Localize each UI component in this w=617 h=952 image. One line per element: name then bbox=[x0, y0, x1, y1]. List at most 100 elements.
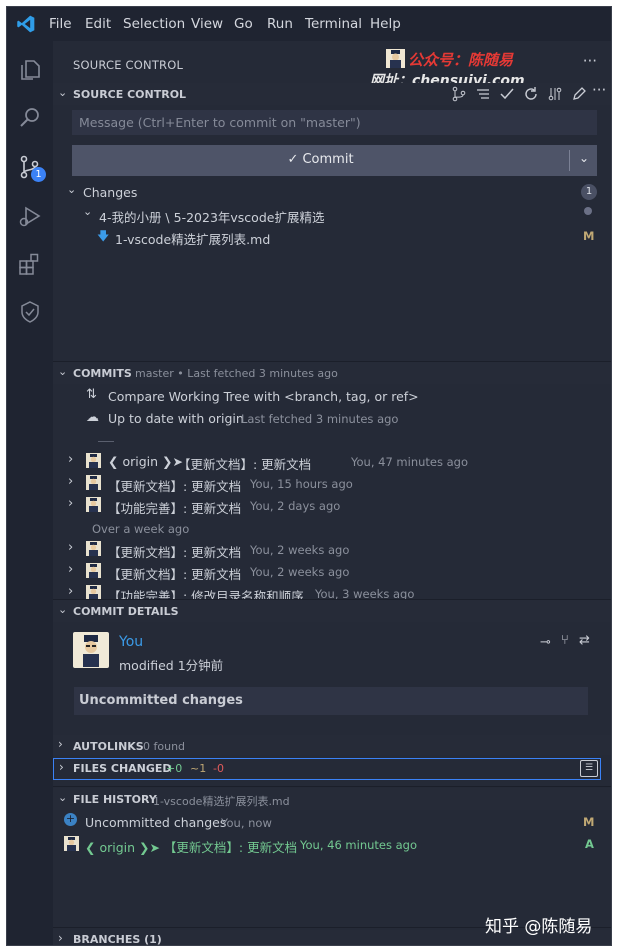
branch-graph-icon[interactable] bbox=[547, 86, 563, 102]
chevron-right-icon[interactable]: › bbox=[68, 584, 73, 599]
file-history-status: A bbox=[585, 837, 594, 851]
uncommitted-changes-box[interactable]: Uncommitted changes bbox=[74, 687, 588, 715]
commit-button-separator bbox=[569, 150, 570, 171]
changed-file[interactable]: 1-vscode精选扩展列表.md bbox=[115, 229, 270, 248]
branch-label: ❮ origin ❯➤ bbox=[108, 454, 183, 469]
file-history-subtitle: 1-vscode精选扩展列表.md bbox=[153, 795, 290, 808]
section-title: BRANCHES (1) bbox=[73, 933, 162, 946]
toggle-tree-icon[interactable] bbox=[451, 86, 467, 102]
section-title: FILES CHANGED bbox=[73, 762, 172, 775]
files-changed-section-header[interactable]: › FILES CHANGED +0 ~1 -0 ☰ bbox=[53, 758, 601, 780]
chevron-down-icon[interactable]: ⌄ bbox=[83, 205, 92, 218]
refresh-icon[interactable] bbox=[523, 86, 539, 102]
commit-dropdown-chevron-icon[interactable]: ⌄ bbox=[579, 151, 589, 165]
menu-help[interactable]: Help bbox=[370, 16, 401, 32]
chevron-down-icon: ⌄ bbox=[58, 603, 68, 616]
autolinks-section-header[interactable]: › AUTOLINKS 0 found bbox=[53, 735, 611, 755]
chevron-right-icon[interactable]: › bbox=[68, 452, 73, 467]
more-actions-icon[interactable]: ··· bbox=[583, 52, 597, 70]
vscode-logo-icon bbox=[17, 15, 35, 33]
section-title: FILE HISTORY bbox=[73, 793, 157, 806]
activity-bar: 1 bbox=[7, 41, 53, 945]
commit-message[interactable]: 【更新文档】: 更新文档 bbox=[178, 454, 311, 473]
commit-details-section-header[interactable]: ⌄ COMMIT DETAILS bbox=[53, 600, 611, 622]
menu-file[interactable]: File bbox=[49, 16, 72, 32]
commit-node-icon[interactable]: ⊸ bbox=[540, 635, 551, 650]
section-title: SOURCE CONTROL bbox=[73, 88, 187, 101]
commit-meta: You, 15 hours ago bbox=[250, 477, 353, 491]
commit-check-icon[interactable] bbox=[499, 86, 515, 102]
testing-icon[interactable] bbox=[17, 299, 43, 325]
changes-group-label[interactable]: Changes bbox=[83, 185, 137, 200]
modified-time: modified 1分钟前 bbox=[119, 658, 224, 673]
avatar bbox=[86, 541, 101, 556]
commit-message[interactable]: 【更新文档】: 更新文档 bbox=[108, 542, 241, 561]
chevron-right-icon: › bbox=[59, 760, 64, 774]
compare-working-tree[interactable]: Compare Working Tree with <branch, tag, … bbox=[108, 389, 419, 404]
file-status-badge: M bbox=[583, 229, 595, 243]
section-more-icon[interactable]: ··· bbox=[592, 81, 608, 99]
menu-view[interactable]: View bbox=[191, 16, 223, 32]
commit-message-input[interactable]: Message (Ctrl+Enter to commit on "master… bbox=[72, 110, 597, 135]
files-modified-count: ~1 bbox=[190, 762, 207, 775]
view-as-list-icon[interactable] bbox=[475, 86, 491, 102]
autolinks-subtitle: 0 found bbox=[143, 740, 186, 753]
avatar bbox=[86, 563, 101, 578]
zhihu-credit: 知乎 @陈随易 bbox=[485, 917, 593, 937]
chevron-right-icon: › bbox=[58, 931, 63, 945]
chevron-right-icon[interactable]: › bbox=[68, 474, 73, 489]
file-history-row-label[interactable]: Uncommitted changes bbox=[85, 815, 226, 830]
cloud-icon: ☁ bbox=[86, 410, 99, 425]
compare-branch-icon[interactable]: ⇄ bbox=[579, 633, 590, 648]
commit-button[interactable]: ✓ Commit ⌄ bbox=[72, 145, 597, 176]
uncommitted-changes-label: Uncommitted changes bbox=[79, 693, 243, 708]
chevron-down-icon: ⌄ bbox=[58, 365, 68, 378]
commit-message[interactable]: 【更新文档】: 更新文档 bbox=[108, 564, 241, 583]
menubar: File Edit Selection View Go Run Terminal… bbox=[7, 7, 611, 41]
edit-pencil-icon[interactable] bbox=[571, 86, 587, 102]
section-title: AUTOLINKS bbox=[73, 740, 144, 753]
files-added-count: +0 bbox=[166, 762, 183, 775]
avatar bbox=[86, 497, 101, 512]
commit-message[interactable]: 【更新文档】: 更新文档 bbox=[108, 476, 241, 495]
search-icon[interactable] bbox=[17, 105, 43, 131]
sidebar-title: SOURCE CONTROL bbox=[73, 58, 184, 72]
changes-count-badge: 1 bbox=[581, 184, 597, 200]
commit-message[interactable]: 【功能完善】: 更新文档 bbox=[108, 498, 241, 517]
explorer-icon[interactable] bbox=[17, 57, 43, 83]
chevron-right-icon[interactable]: › bbox=[68, 496, 73, 511]
section-title: COMMIT DETAILS bbox=[73, 605, 179, 618]
menu-go[interactable]: Go bbox=[234, 16, 253, 32]
up-to-date-label[interactable]: Up to date with origin bbox=[108, 411, 244, 426]
commit-meta: You, 2 weeks ago bbox=[250, 543, 350, 557]
folder-modified-dot bbox=[584, 207, 592, 215]
avatar bbox=[64, 836, 79, 851]
file-history-status: M bbox=[583, 815, 595, 829]
separator-line bbox=[98, 441, 114, 442]
chevron-down-icon[interactable]: ⌄ bbox=[67, 183, 76, 196]
menu-terminal[interactable]: Terminal bbox=[305, 16, 362, 32]
chevron-right-icon[interactable]: › bbox=[68, 540, 73, 555]
up-to-date-subtitle: Last fetched 3 minutes ago bbox=[241, 412, 399, 426]
commits-subtitle: master • Last fetched 3 minutes ago bbox=[135, 367, 338, 380]
extensions-icon[interactable] bbox=[17, 251, 43, 277]
run-debug-icon[interactable] bbox=[17, 203, 43, 229]
file-history-row-label[interactable]: ❮ origin ❯➤ 【更新文档】: 更新文档 bbox=[85, 837, 297, 856]
branch-icon[interactable]: ⑂ bbox=[561, 633, 569, 648]
commit-meta: You, 47 minutes ago bbox=[351, 455, 469, 469]
uncommitted-icon: + bbox=[64, 812, 77, 826]
view-as-tree-icon[interactable]: ☰ bbox=[580, 760, 598, 777]
menu-edit[interactable]: Edit bbox=[85, 16, 111, 32]
chevron-down-icon: ⌄ bbox=[58, 791, 68, 804]
chevron-right-icon[interactable]: › bbox=[68, 562, 73, 577]
file-history-section-header[interactable]: ⌄ FILE HISTORY 1-vscode精选扩展列表.md bbox=[53, 788, 611, 810]
vscode-window: File Edit Selection View Go Run Terminal… bbox=[6, 6, 612, 946]
menu-selection[interactable]: Selection bbox=[123, 16, 185, 32]
folder-path[interactable]: 4-我的小册 \ 5-2023年vscode扩展精选 bbox=[99, 207, 324, 226]
commit-meta: You, 2 weeks ago bbox=[250, 565, 350, 579]
menu-run[interactable]: Run bbox=[267, 16, 293, 32]
commits-section-header[interactable]: ⌄ COMMITS master • Last fetched 3 minute… bbox=[53, 362, 611, 384]
sidebar: SOURCE CONTROL ··· 公众号：陈随易 网址：chensuiyi.… bbox=[53, 41, 611, 945]
commit-meta: You, 2 days ago bbox=[250, 499, 341, 513]
author-name[interactable]: You bbox=[119, 634, 143, 650]
